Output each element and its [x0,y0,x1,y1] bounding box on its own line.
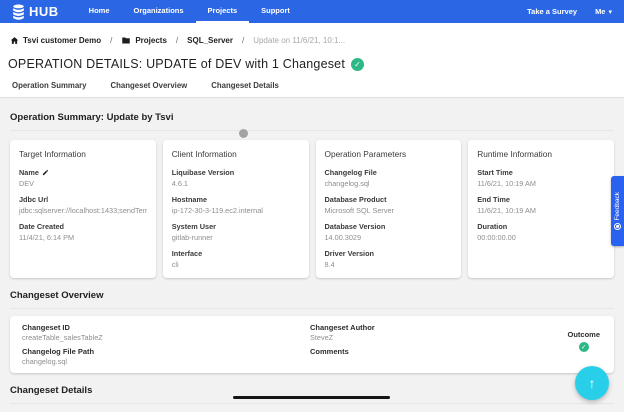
breadcrumb-projects[interactable]: Projects [121,36,167,45]
field-date-created: Date Created 11/4/21, 6:14 PM [19,222,75,242]
breadcrumb-separator: / [241,36,245,45]
title-row: OPERATION DETAILS: UPDATE of DEV with 1 … [0,53,624,73]
breadcrumb-separator: / [110,36,113,45]
target-information-card: Target Information Name DEV Jdbc Url jdb… [10,140,156,278]
page-title: OPERATION DETAILS: UPDATE of DEV with 1 … [8,57,345,71]
field-end-time: End Time 11/6/21, 10:19 AM [477,195,536,215]
home-indicator-bar [233,396,390,399]
changeset-overview-heading: Changeset Overview [10,278,614,309]
operation-parameters-card: Operation Parameters Changelog File chan… [315,140,462,278]
field-driver-version: Driver Version 8.4 [324,249,374,269]
breadcrumb-org[interactable]: Tsvi customer Demo [10,36,101,45]
field-system-user: System User gitlab-runner [171,222,216,242]
outcome-success-check-icon: ✓ [578,342,589,352]
outcome-block: Outcome ✓ [567,330,600,352]
card-title: Client Information [171,149,237,159]
feedback-label: Feedback [614,191,621,221]
nav-item-organizations[interactable]: Organizations [122,0,196,23]
caret-down-icon: ▾ [608,8,612,16]
field-changeset-author: Changeset Author SteveZ [310,323,375,342]
breadcrumb-sql-server[interactable]: SQL_Server [187,36,233,45]
hub-logo[interactable]: HUB [12,4,59,20]
summary-cards: Target Information Name DEV Jdbc Url jdb… [10,140,614,278]
breadcrumb: Tsvi customer Demo / Projects / SQL_Serv… [0,23,624,53]
field-changelog-file-path: Changelog File Path changelog.sql [22,347,95,366]
operation-summary-heading: Operation Summary: Update by Tsvi [10,98,614,131]
nav-right: Take a Survey Me ▾ [527,7,612,16]
breadcrumb-current-operation: Update on 11/6/21, 10:1... [253,36,346,45]
me-label: Me [595,7,606,16]
card-title: Operation Parameters [324,149,407,159]
tab-operation-summary[interactable]: Operation Summary [12,81,87,97]
field-interface: Interface cli [171,249,203,269]
field-hostname: Hostname ip-172-30-3-119.ec2.internal [171,195,263,215]
card-title: Target Information [19,149,86,159]
arrow-up-icon: ↑ [588,375,596,391]
field-changeset-id: Changeset ID createTable_salesTableZ [22,323,103,342]
nav-items: Home Organizations Projects Support [77,0,302,23]
nav-item-projects[interactable]: Projects [195,0,250,23]
me-menu[interactable]: Me ▾ [595,7,612,16]
operation-details-page: HUB Home Organizations Projects Support … [0,0,624,417]
field-database-product: Database Product Microsoft SQL Server [324,195,394,215]
field-start-time: Start Time 11/6/21, 10:19 AM [477,168,536,188]
breadcrumb-separator: / [175,36,179,45]
overview-left-column: Changeset ID createTable_salesTableZ Cha… [22,323,103,371]
main-content: Operation Summary: Update by Tsvi Target… [0,98,624,412]
field-duration: Duration 00:00:00.00 [477,222,516,242]
tab-bar: Operation Summary Changeset Overview Cha… [0,73,624,98]
feedback-tab[interactable]: Feedback [611,176,624,246]
home-icon [10,37,19,44]
card-title: Runtime Information [477,149,552,159]
outcome-label: Outcome [567,330,600,339]
field-name: Name DEV [19,168,147,188]
brand-name: HUB [29,4,59,19]
tab-changeset-overview[interactable]: Changeset Overview [111,81,188,97]
field-comments: Comments [310,347,349,356]
field-jdbc-url: Jdbc Url jdbc:sqlserver://localhost:1433… [19,195,147,215]
folder-icon [122,37,131,44]
nav-item-home[interactable]: Home [77,0,122,23]
field-changelog-file: Changelog File changelog.sql [324,168,377,188]
operation-success-check-icon: ✓ [351,57,364,71]
tab-changeset-details[interactable]: Changeset Details [211,81,279,97]
client-information-card: Client Information Liquibase Version 4.6… [162,140,309,278]
nav-item-support[interactable]: Support [249,0,302,23]
cursor-dot [239,129,248,138]
edit-pencil-icon[interactable] [42,169,49,176]
top-nav: HUB Home Organizations Projects Support … [0,0,624,23]
feedback-icon [614,223,621,231]
field-liquibase-version: Liquibase Version 4.6.1 [171,168,235,188]
liquibase-logo-icon [13,4,24,20]
scroll-to-top-button[interactable]: ↑ [575,366,609,400]
take-survey-link[interactable]: Take a Survey [527,7,577,16]
overview-mid-column: Changeset Author SteveZ Comments [310,323,375,361]
changeset-details-heading: Changeset Details [10,373,614,404]
changeset-overview-card: Changeset ID createTable_salesTableZ Cha… [10,316,614,373]
runtime-information-card: Runtime Information Start Time 11/6/21, … [468,140,614,278]
field-database-version: Database Version 14.00.3029 [324,222,386,242]
